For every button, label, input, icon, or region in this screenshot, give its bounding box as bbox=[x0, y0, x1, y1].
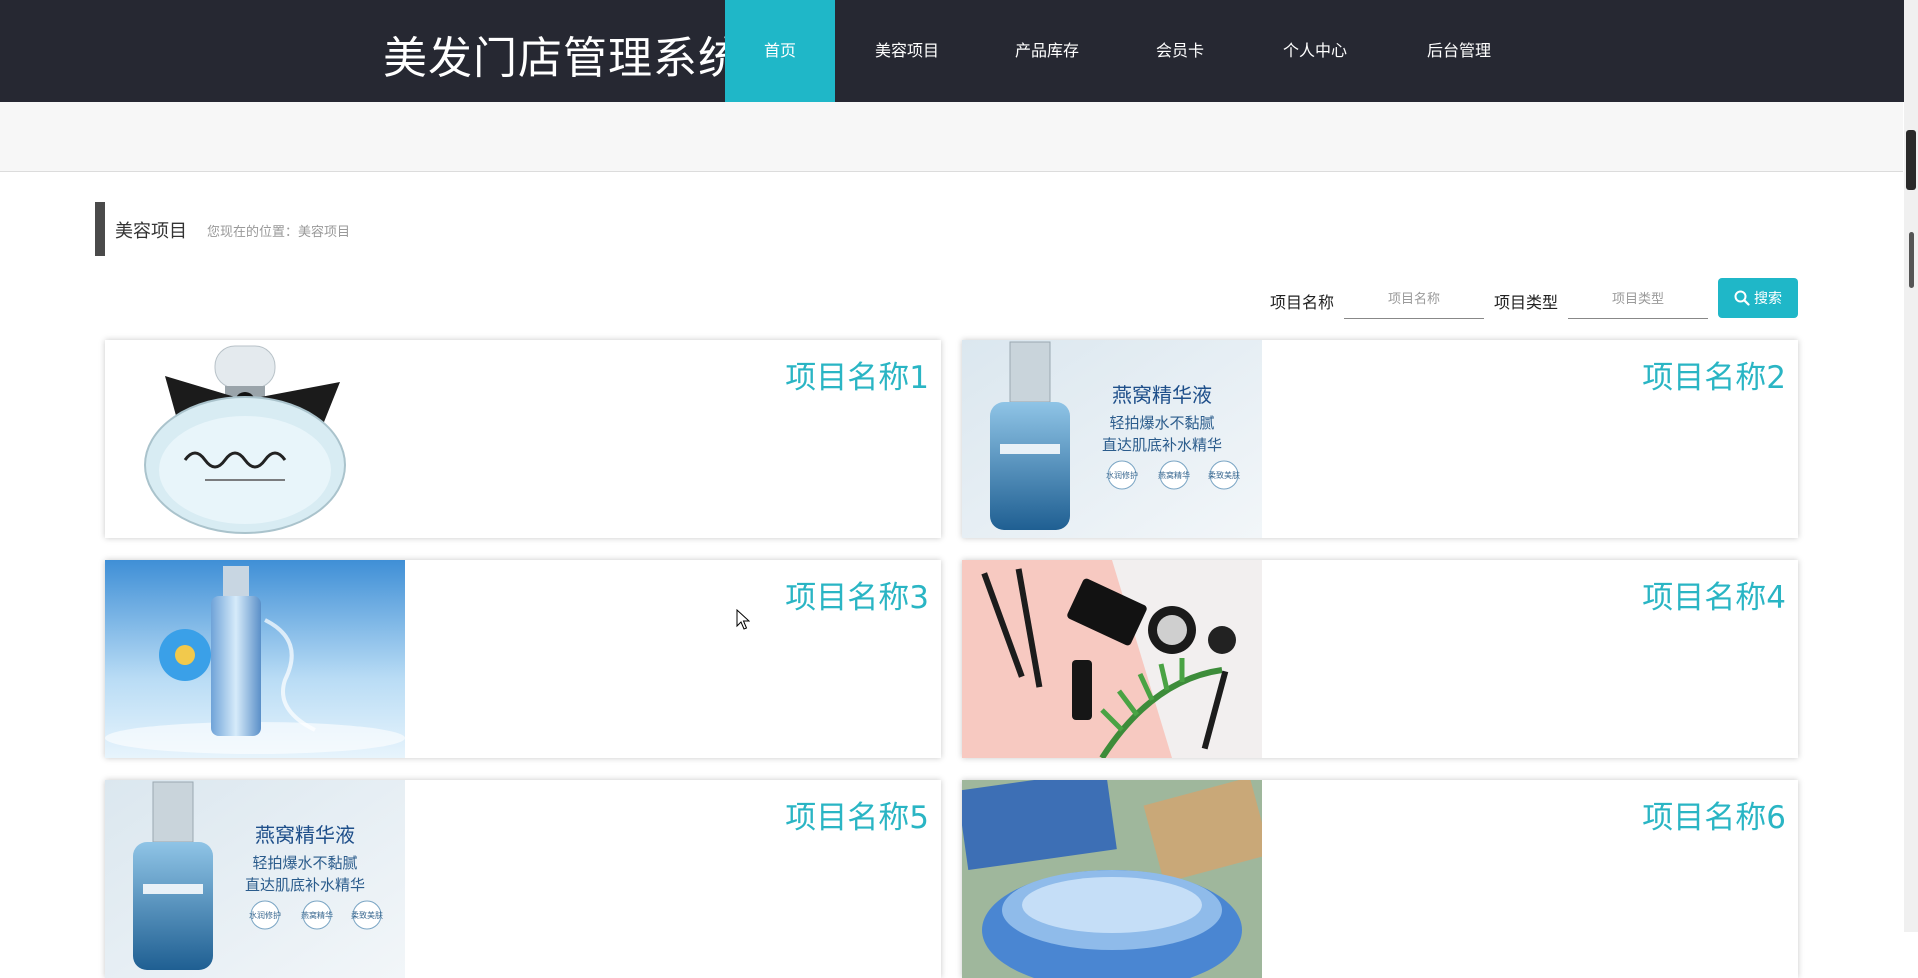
project-card-5[interactable]: 燕窝精华液 轻拍爆水不黏腻 直达肌底补水精华 水润修护 燕窝精华 柔致美肤 项目… bbox=[105, 780, 941, 978]
project-card-title: 项目名称3 bbox=[785, 580, 929, 616]
project-card-title: 项目名称6 bbox=[1642, 800, 1786, 836]
makeup-brushes-image bbox=[962, 560, 1262, 758]
project-card-title: 项目名称4 bbox=[1642, 580, 1786, 616]
ad-badge: 水润修护 bbox=[1106, 470, 1138, 480]
nav-item-membership-card[interactable]: 会员卡 bbox=[1140, 0, 1220, 102]
nav-item-personal-center[interactable]: 个人中心 bbox=[1270, 0, 1360, 102]
project-card-3[interactable]: 项目名称3 bbox=[105, 560, 941, 758]
nav-item-product-inventory[interactable]: 产品库存 bbox=[1002, 0, 1092, 102]
nav-item-admin[interactable]: 后台管理 bbox=[1414, 0, 1504, 102]
site-title: 美发门店管理系统 bbox=[383, 33, 743, 84]
banner-strip bbox=[0, 102, 1903, 172]
project-card-title: 项目名称2 bbox=[1642, 360, 1786, 396]
project-name-label: 项目名称 bbox=[1270, 293, 1335, 312]
sleeping-mask-jar-image bbox=[962, 780, 1262, 978]
ad-subline: 直达肌底补水精华 bbox=[245, 877, 365, 894]
section-heading-bar bbox=[95, 202, 105, 256]
top-navbar: 美发门店管理系统 首页 美容项目 产品库存 会员卡 个人中心 后台管理 bbox=[0, 0, 1904, 102]
nav-item-home[interactable]: 首页 bbox=[725, 0, 835, 102]
scrollbar-thumb[interactable] bbox=[1909, 232, 1914, 288]
ad-subline: 轻拍爆水不黏腻 bbox=[252, 855, 357, 872]
project-card-title: 项目名称5 bbox=[785, 800, 929, 836]
ad-badge: 燕窝精华 bbox=[301, 910, 333, 920]
ad-headline: 燕窝精华液 bbox=[255, 824, 355, 847]
project-card-title: 项目名称1 bbox=[785, 360, 929, 396]
blue-serum-splash-image bbox=[105, 560, 405, 758]
nav-item-beauty-projects[interactable]: 美容项目 bbox=[862, 0, 952, 102]
project-card-2[interactable]: 燕窝精华液 轻拍爆水不黏腻 直达肌底补水精华 水润修护 燕窝精华 柔致美肤 项目… bbox=[962, 340, 1798, 538]
ad-badge: 燕窝精华 bbox=[1158, 470, 1190, 480]
ad-badge: 柔致美肤 bbox=[1208, 470, 1240, 480]
breadcrumb: 您现在的位置：美容项目 bbox=[207, 225, 351, 240]
section-title: 美容项目 bbox=[115, 221, 187, 242]
scrollbar-handle[interactable] bbox=[1906, 130, 1916, 190]
project-name-input[interactable] bbox=[1344, 280, 1484, 319]
essence-serum-ad-image: 燕窝精华液 轻拍爆水不黏腻 直达肌底补水精华 水润修护 燕窝精华 柔致美肤 bbox=[962, 340, 1262, 538]
project-card-6[interactable]: 项目名称6 bbox=[962, 780, 1798, 978]
project-type-input[interactable] bbox=[1568, 280, 1708, 319]
search-button[interactable]: 搜索 bbox=[1718, 278, 1798, 318]
search-icon bbox=[1734, 290, 1750, 306]
ad-subline: 直达肌底补水精华 bbox=[1102, 437, 1222, 454]
ad-subline: 轻拍爆水不黏腻 bbox=[1109, 415, 1214, 432]
perfume-bottle-image bbox=[105, 340, 405, 538]
search-button-label: 搜索 bbox=[1754, 291, 1782, 307]
ad-headline: 燕窝精华液 bbox=[1112, 384, 1212, 407]
project-type-label: 项目类型 bbox=[1494, 293, 1559, 312]
ad-badge: 水润修护 bbox=[249, 910, 281, 920]
project-card-4[interactable]: 项目名称4 bbox=[962, 560, 1798, 758]
mouse-cursor-icon bbox=[736, 609, 750, 630]
project-card-1[interactable]: 项目名称1 bbox=[105, 340, 941, 538]
ad-badge: 柔致美肤 bbox=[351, 910, 383, 920]
essence-serum-ad-image: 燕窝精华液 轻拍爆水不黏腻 直达肌底补水精华 水润修护 燕窝精华 柔致美肤 bbox=[105, 780, 405, 978]
